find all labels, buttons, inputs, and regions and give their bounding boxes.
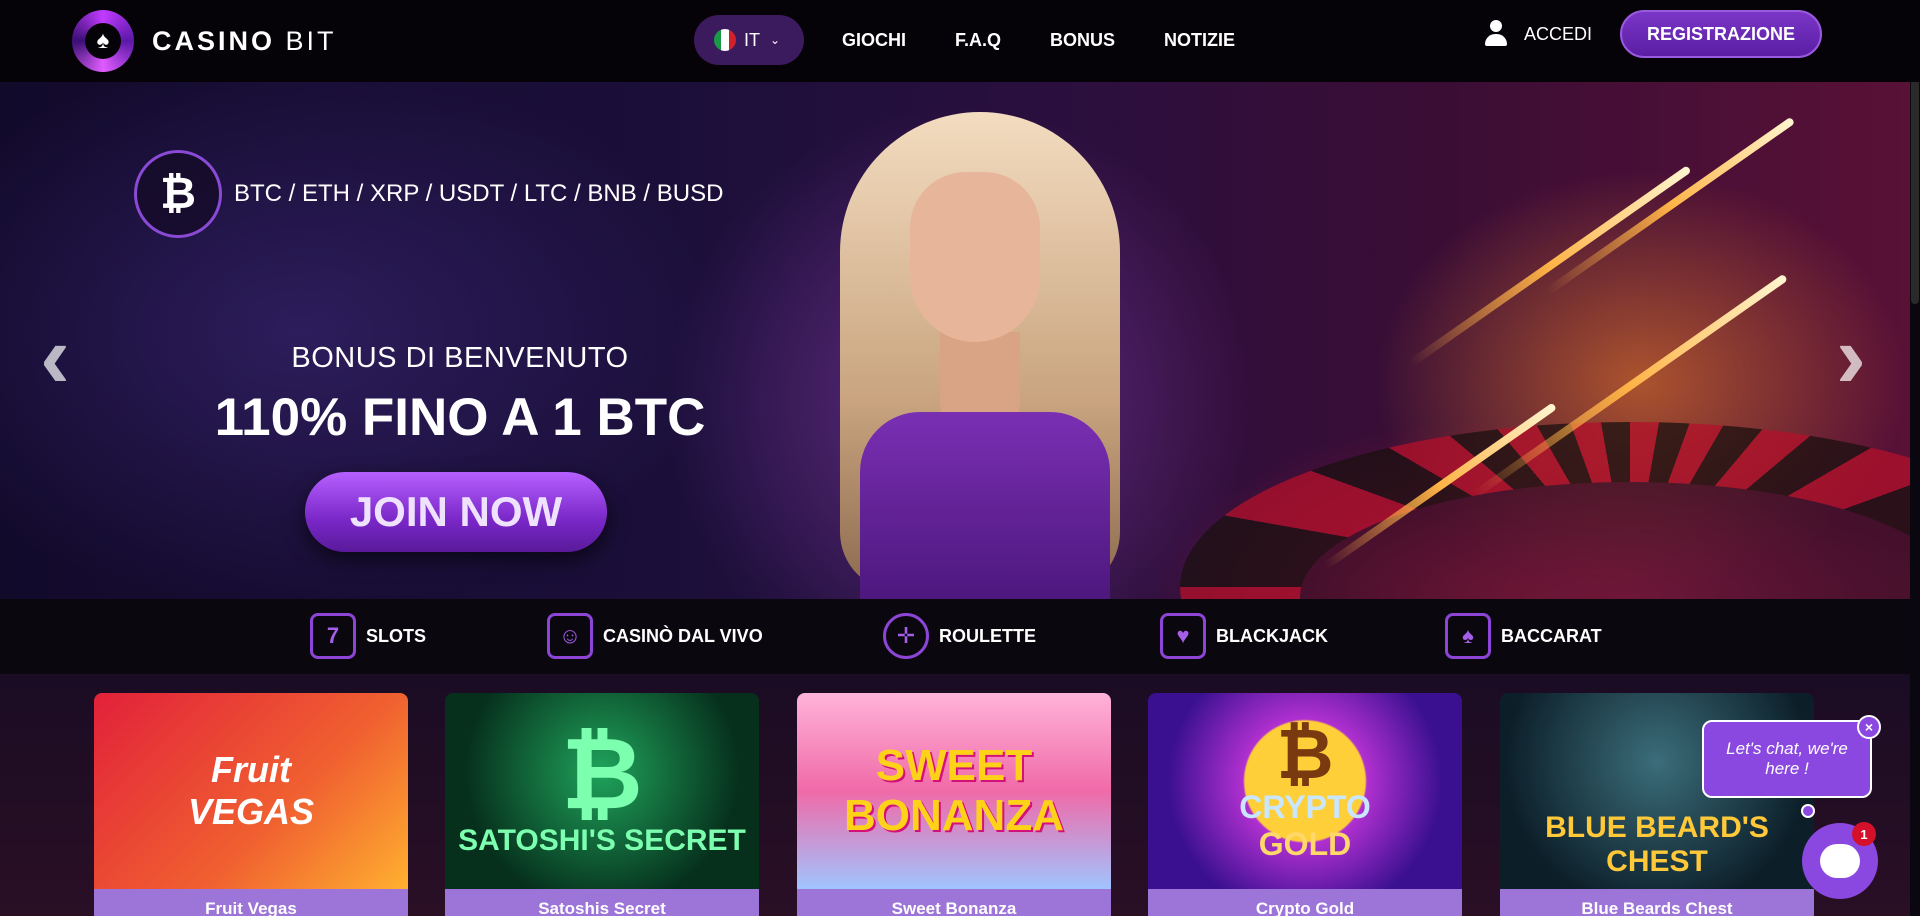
category-bar: 7 SLOTS ☺ CASINÒ DAL VIVO ✛ ROULETTE ♥ B… (0, 599, 1920, 674)
game-card[interactable]: ₿ CRYPTO GOLD Crypto Gold (1148, 693, 1462, 916)
close-icon[interactable]: × (1857, 715, 1881, 739)
category-slots[interactable]: 7 SLOTS (310, 611, 426, 661)
roulette-icon: ✛ (883, 613, 929, 659)
chat-icon (1820, 844, 1860, 878)
category-blackjack[interactable]: ♥ BLACKJACK (1160, 611, 1328, 661)
baccarat-icon: ♠ (1445, 613, 1491, 659)
chat-unread-badge: 1 (1852, 822, 1876, 846)
carousel-prev-icon[interactable]: ‹ (40, 312, 70, 402)
games-grid: Fruit VEGAS Fruit Vegas ₿ SATOSHI'S SECRET… (0, 674, 1920, 916)
light-beam (1408, 165, 1692, 367)
game-title: Fruit Vegas (94, 889, 408, 916)
nav-giochi[interactable]: GIOCHI (842, 30, 906, 51)
blackjack-icon: ♥ (1160, 613, 1206, 659)
category-baccarat[interactable]: ♠ BACCARAT (1445, 611, 1602, 661)
category-label: CASINÒ DAL VIVO (603, 625, 763, 646)
game-title: Crypto Gold (1148, 889, 1462, 916)
slot-machine-icon: 7 (310, 613, 356, 659)
crypto-currencies: BTC / ETH / XRP / USDT / LTC / BNB / BUS… (234, 180, 724, 207)
game-title: Satoshis Secret (445, 889, 759, 916)
crypto-list: ₿ BTC / ETH / XRP / USDT / LTC / BNB / B… (134, 150, 723, 238)
game-thumbnail-sweet-bonanza: SWEET BONANZA (797, 693, 1111, 889)
game-title: Sweet Bonanza (797, 889, 1111, 916)
bonus-amount: 110% FINO A 1 BTC (214, 388, 706, 447)
logo[interactable]: ♠ CASINO BIT (72, 10, 337, 72)
logo-main-text: CASINO (152, 25, 276, 56)
join-now-button[interactable]: JOIN NOW (305, 472, 607, 552)
language-label: IT (744, 29, 760, 50)
game-thumbnail-satoshis-secret: ₿ SATOSHI'S SECRET (445, 693, 759, 889)
category-label: SLOTS (366, 625, 427, 646)
carousel-next-icon[interactable]: › (1836, 312, 1866, 402)
bonus-title: BONUS DI BENVENUTO (291, 342, 629, 374)
nav-faq[interactable]: F.A.Q (955, 30, 1001, 51)
logo-text: CASINO BIT (152, 26, 337, 57)
chat-prompt-bubble[interactable]: Let's chat, we're here ! (1702, 720, 1872, 798)
category-label: BLACKJACK (1216, 625, 1328, 646)
game-title: Blue Beards Chest (1500, 889, 1814, 916)
register-button[interactable]: REGISTRAZIONE (1620, 10, 1822, 58)
login-label: ACCEDI (1524, 23, 1593, 44)
game-card[interactable]: ₿ SATOSHI'S SECRET Satoshis Secret (445, 693, 759, 916)
light-beam (1544, 116, 1796, 296)
italy-flag-icon (714, 29, 736, 51)
nav-notizie[interactable]: NOTIZIE (1164, 30, 1235, 51)
game-card[interactable]: Fruit VEGAS Fruit Vegas (94, 693, 408, 916)
bitcoin-icon: ₿ (134, 150, 222, 238)
logo-spade-icon: ♠ (72, 10, 134, 72)
category-label: ROULETTE (939, 625, 1036, 646)
language-selector[interactable]: IT ⌄ (694, 15, 804, 65)
hero-model-image (800, 112, 1160, 599)
logo-light-text: BIT (285, 25, 337, 56)
game-thumbnail-crypto-gold: ₿ CRYPTO GOLD (1148, 693, 1462, 889)
hero-banner[interactable]: ₿ BTC / ETH / XRP / USDT / LTC / BNB / B… (0, 82, 1920, 599)
dealer-icon: ☺ (547, 613, 593, 659)
login-link[interactable]: ACCEDI (1484, 20, 1592, 48)
chevron-down-icon: ⌄ (770, 33, 781, 47)
roulette-wheel-image (1180, 422, 1920, 599)
category-roulette[interactable]: ✛ ROULETTE (883, 611, 1036, 661)
nav-bonus[interactable]: BONUS (1050, 30, 1115, 51)
site-header: ♠ CASINO BIT IT ⌄ GIOCHI F.A.Q BONUS NOT… (0, 0, 1920, 82)
user-icon (1484, 20, 1508, 48)
chat-bubble-tail (1801, 804, 1815, 818)
game-card[interactable]: SWEET BONANZA Sweet Bonanza (797, 693, 1111, 916)
category-live-casino[interactable]: ☺ CASINÒ DAL VIVO (547, 611, 763, 661)
game-thumbnail-fruit-vegas: Fruit VEGAS (94, 693, 408, 889)
welcome-bonus: BONUS DI BENVENUTO 110% FINO A 1 BTC (180, 342, 740, 448)
main-nav: GIOCHI F.A.Q BONUS NOTIZIE (842, 30, 1235, 51)
category-label: BACCARAT (1501, 625, 1602, 646)
